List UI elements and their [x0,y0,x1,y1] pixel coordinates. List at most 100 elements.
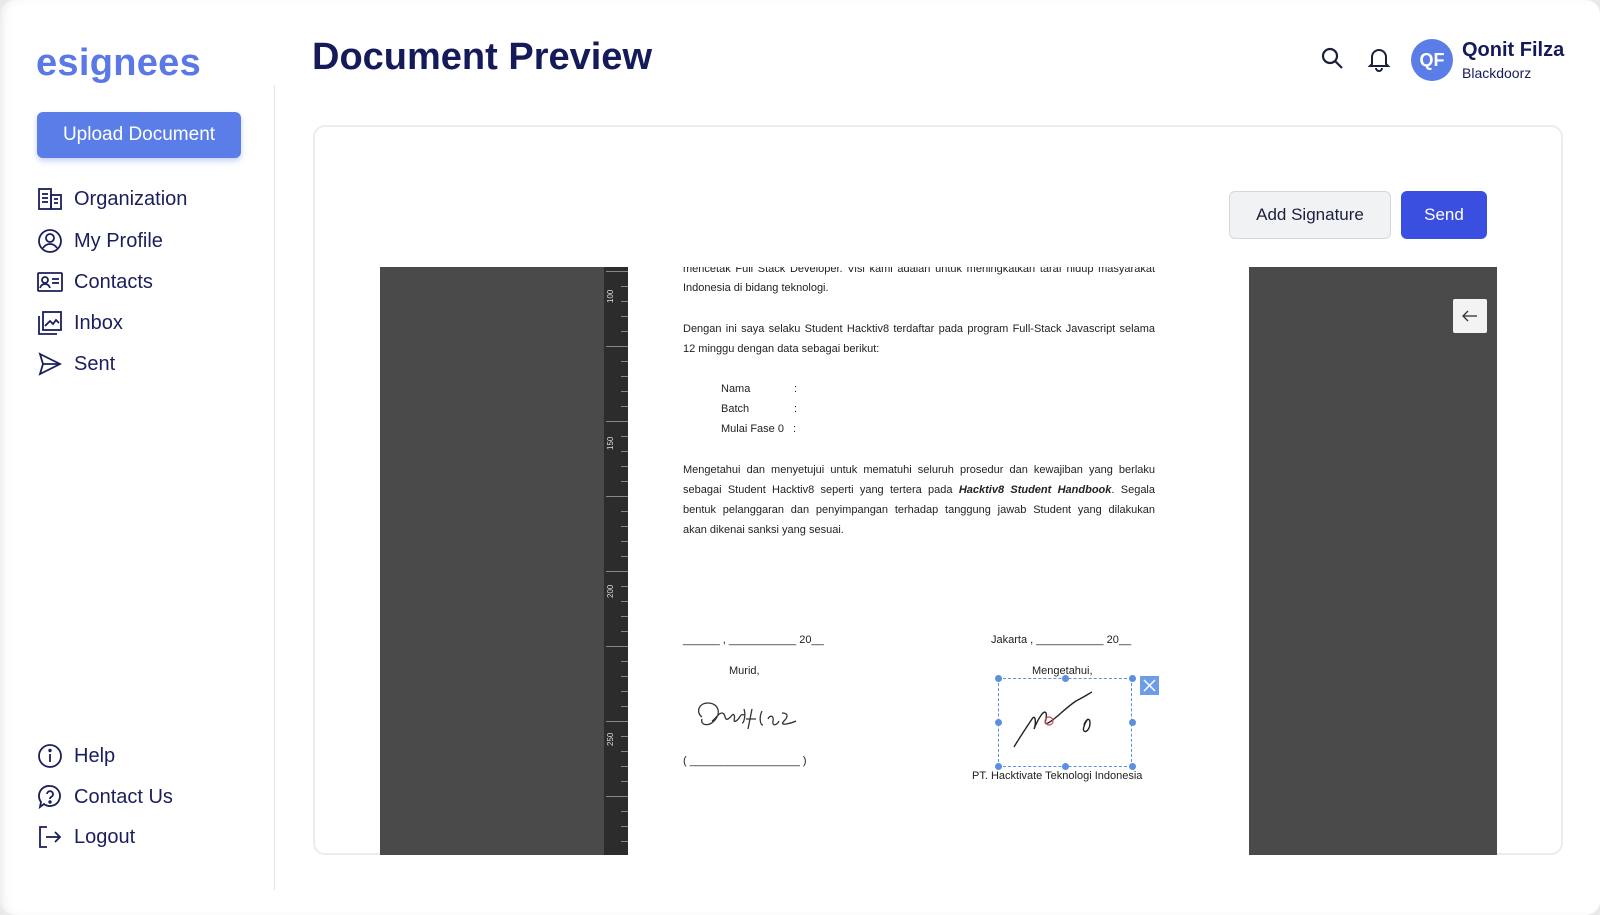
ruler-tick [621,481,628,482]
sidebar-item-sent[interactable]: Sent [37,349,115,379]
ruler-tick [621,826,628,827]
document-viewer[interactable]: 100 150 200 250 mencetak Full Stack Deve… [380,267,1497,855]
collapse-panel-button[interactable] [1453,299,1487,333]
ruler-tick [606,346,628,347]
sidebar-item-label: Help [74,744,116,767]
sidebar-item-label: My Profile [74,229,163,252]
ruler-tick [621,301,628,302]
send-icon [37,351,63,377]
ruler-tick [606,421,628,422]
doc-text-line: sebagai Student Hacktiv8 seperti yang te… [683,480,1155,500]
sidebar-item-logout[interactable]: Logout [37,822,135,852]
send-button[interactable]: Send [1401,191,1487,239]
ruler-tick [621,286,628,287]
sidebar-item-inbox[interactable]: Inbox [37,308,123,338]
add-signature-button[interactable]: Add Signature [1229,191,1391,239]
sidebar-item-contact-us[interactable]: Contact Us [37,782,173,812]
ruler-tick [621,736,628,737]
ruler-tick [621,511,628,512]
info-icon [37,743,63,769]
ruler-tick [621,601,628,602]
sidebar-item-help[interactable]: Help [37,741,115,771]
arrow-left-icon [1462,310,1477,322]
signature-line-left: ( __________________ ) [683,755,807,767]
building-icon [37,186,63,212]
ruler-tick [621,526,628,527]
ruler-label: 250 [606,732,615,746]
doc-field-colon: : [794,383,798,395]
ruler-tick [621,376,628,377]
sidebar-divider [274,85,275,890]
ruler-tick [606,646,628,647]
resize-handle[interactable] [1129,719,1136,726]
user-name: Qonit Filza [1462,39,1565,61]
doc-text: . Segala [1111,484,1155,496]
resize-handle[interactable] [1129,675,1136,682]
app-window: esignees Upload Document Organization My… [0,0,1600,915]
sidebar-item-label: Logout [74,825,136,848]
doc-text: sebagai Student Hacktiv8 seperti yang te… [683,484,953,496]
ruler-tick [621,751,628,752]
ruler-tick [621,466,628,467]
ruler-tick [606,721,628,722]
murid-label: Murid, [729,665,760,677]
ruler-tick [621,361,628,362]
ruler-label: 200 [606,584,615,598]
ruler-tick [621,556,628,557]
resize-handle[interactable] [995,719,1002,726]
doc-text: bentuk pelanggaran dan penyimpangan terh… [683,504,1155,516]
doc-field-label: Batch [721,403,750,415]
sidebar-item-my-profile[interactable]: My Profile [37,226,163,256]
search-icon[interactable] [1319,45,1347,73]
avatar[interactable]: QF [1411,39,1453,81]
date-line-right: Jakarta , ___________ 20__ [991,634,1132,646]
ruler-tick [621,811,628,812]
remove-signature-button[interactable] [1140,676,1159,695]
ruler-tick [621,586,628,587]
doc-field-colon: : [794,403,798,415]
doc-text: akan dikenai sanksi yang sesuai. [683,524,844,536]
ruler-tick [621,631,628,632]
user-circle-icon [37,228,63,254]
resize-handle[interactable] [1062,675,1069,682]
ruler-tick [606,271,628,272]
ruler-tick [621,661,628,662]
sidebar-item-label: Organization [74,187,188,210]
company-name: PT. Hacktivate Teknologi Indonesia [972,770,1143,782]
ruler-tick [621,841,628,842]
ruler-tick [606,796,628,797]
sidebar-item-contacts[interactable]: Contacts [37,267,153,297]
doc-field-label: Nama [721,383,751,395]
ruler-tick [621,676,628,677]
upload-document-button[interactable]: Upload Document [37,112,241,158]
placed-signature[interactable] [1006,685,1126,755]
ruler-tick [621,541,628,542]
sidebar-item-organization[interactable]: Organization [37,184,187,214]
ruler-label: 100 [606,289,615,303]
ruler-tick [621,316,628,317]
ruler-tick [621,691,628,692]
bell-icon[interactable] [1365,45,1393,73]
ruler-tick [621,331,628,332]
student-signature [697,702,797,730]
question-icon [37,784,63,810]
ruler-tick [621,436,628,437]
user-organization: Blackdoorz [1462,65,1532,81]
doc-handbook-title: Hacktiv8 Student Handbook [958,484,1112,496]
inbox-icon [37,310,63,336]
ruler-tick [621,406,628,407]
vertical-ruler: 100 150 200 250 [604,267,628,855]
sidebar-item-label: Contacts [74,270,153,293]
ruler-tick [606,496,628,497]
ruler-tick [621,451,628,452]
contact-card-icon [37,269,63,295]
doc-text: Indonesia di bidang teknologi. [683,282,829,294]
date-line-left: ______ , ___________ 20__ [683,634,824,646]
document-page: mencetak Full Stack Developer. Visi kami… [628,267,1249,855]
ruler-tick [621,706,628,707]
app-logo[interactable]: esignees [36,42,201,85]
resize-handle[interactable] [995,675,1002,682]
ruler-tick [621,616,628,617]
sidebar-item-label: Sent [74,352,116,375]
sidebar-item-label: Inbox [74,311,123,334]
